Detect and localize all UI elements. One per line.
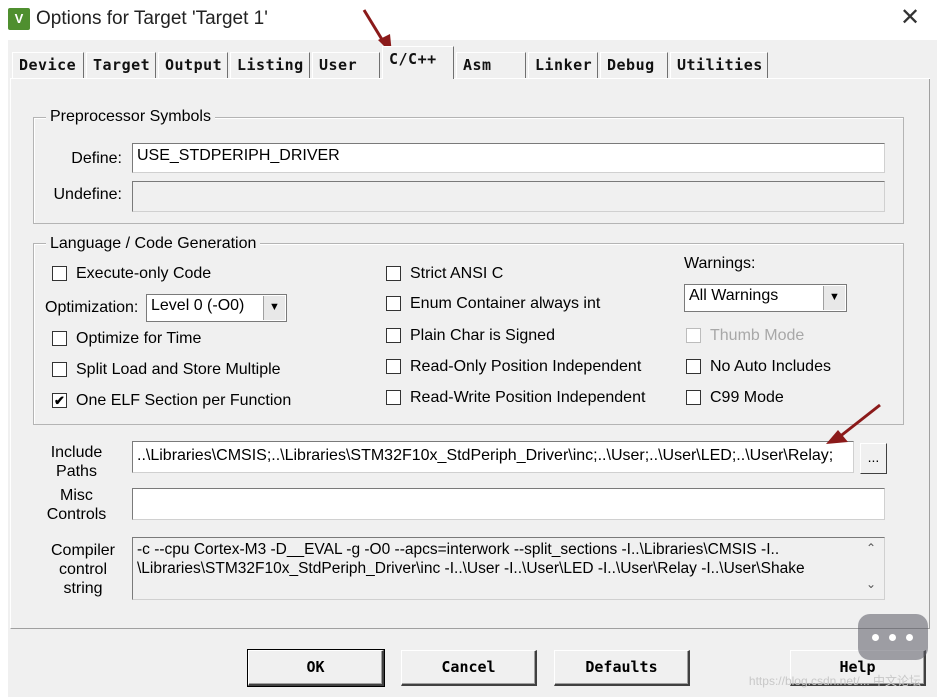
misc-controls-label-line1: Misc bbox=[60, 487, 93, 504]
chevron-down-icon[interactable]: ▼ bbox=[823, 286, 845, 310]
optimization-select[interactable]: Level 0 (-O0) ▼ bbox=[146, 294, 287, 322]
ro-position-label: Read-Only Position Independent bbox=[410, 358, 642, 375]
strict-ansi-label: Strict ANSI C bbox=[410, 265, 504, 282]
misc-controls-label-line2: Controls bbox=[46, 506, 107, 523]
compiler-string-line2: \Libraries\STM32F10x_StdPeriph_Driver\in… bbox=[137, 560, 805, 577]
define-input[interactable]: USE_STDPERIPH_DRIVER bbox=[132, 143, 885, 173]
scroll-up-icon[interactable]: ⌃ bbox=[860, 541, 882, 555]
chat-bubble-icon bbox=[858, 614, 928, 660]
optimization-value: Level 0 (-O0) bbox=[151, 297, 245, 314]
tab-listing[interactable]: Listing bbox=[230, 52, 310, 78]
warnings-select[interactable]: All Warnings ▼ bbox=[684, 284, 847, 312]
optimize-time-checkbox[interactable] bbox=[52, 331, 67, 346]
plain-char-label: Plain Char is Signed bbox=[410, 327, 555, 344]
rw-position-checkbox[interactable] bbox=[386, 390, 401, 405]
compiler-string-label-line1: Compiler bbox=[50, 542, 115, 559]
checkmark-icon: ✔ bbox=[54, 393, 65, 408]
strict-ansi-checkbox[interactable] bbox=[386, 266, 401, 281]
watermark-text: https://blog.csdn.net/... 中文论坛 bbox=[748, 674, 921, 688]
one-elf-checkbox[interactable]: ✔ bbox=[52, 393, 67, 408]
c99-mode-checkbox[interactable] bbox=[686, 390, 701, 405]
preprocessor-legend: Preprocessor Symbols bbox=[46, 108, 215, 126]
cancel-button[interactable]: Cancel bbox=[401, 650, 537, 686]
tab-utilities[interactable]: Utilities bbox=[670, 52, 768, 78]
include-paths-label-line1: Include bbox=[50, 444, 103, 461]
c99-mode-label: C99 Mode bbox=[710, 389, 784, 406]
plain-char-checkbox[interactable] bbox=[386, 328, 401, 343]
compiler-string-label-line3: string bbox=[63, 580, 103, 597]
scroll-down-icon[interactable]: ⌄ bbox=[860, 577, 882, 591]
include-paths-input[interactable]: ..\Libraries\CMSIS;..\Libraries\STM32F10… bbox=[132, 441, 854, 473]
undefine-label: Undefine: bbox=[53, 186, 123, 203]
window-title: Options for Target 'Target 1' bbox=[36, 8, 268, 29]
enum-container-checkbox[interactable] bbox=[386, 296, 401, 311]
compiler-string-label-line2: control bbox=[58, 561, 108, 578]
defaults-button[interactable]: Defaults bbox=[554, 650, 690, 686]
tab-target[interactable]: Target bbox=[86, 52, 156, 78]
chevron-down-icon[interactable]: ▼ bbox=[263, 296, 285, 320]
close-icon[interactable]: ✕ bbox=[897, 6, 923, 32]
include-paths-label-line2: Paths bbox=[56, 463, 97, 480]
thumb-mode-checkbox bbox=[686, 328, 701, 343]
ok-button[interactable]: OK bbox=[247, 649, 385, 687]
tab-c-cpp[interactable]: C/C++ bbox=[382, 46, 454, 79]
tab-output[interactable]: Output bbox=[158, 52, 228, 78]
misc-controls-label: Misc Controls bbox=[40, 486, 113, 524]
title-bar: V Options for Target 'Target 1' ✕ bbox=[0, 0, 937, 40]
undefine-input[interactable] bbox=[132, 181, 885, 212]
annotation-arrow-include bbox=[826, 403, 881, 444]
keil-app-icon: V bbox=[8, 8, 30, 30]
misc-controls-input[interactable] bbox=[132, 488, 885, 520]
tab-asm[interactable]: Asm bbox=[456, 52, 526, 78]
include-paths-label: Include Paths bbox=[40, 443, 113, 481]
thumb-mode-label: Thumb Mode bbox=[710, 327, 805, 344]
tab-debug[interactable]: Debug bbox=[600, 52, 668, 78]
execute-only-checkbox[interactable] bbox=[52, 266, 67, 281]
warnings-label: Warnings: bbox=[684, 255, 756, 272]
no-auto-includes-label: No Auto Includes bbox=[710, 358, 831, 375]
no-auto-includes-checkbox[interactable] bbox=[686, 359, 701, 374]
enum-container-label: Enum Container always int bbox=[410, 295, 601, 312]
warnings-value: All Warnings bbox=[689, 287, 779, 304]
language-legend: Language / Code Generation bbox=[46, 235, 261, 253]
tab-device[interactable]: Device bbox=[12, 52, 84, 78]
compiler-string-textarea[interactable]: -c --cpu Cortex-M3 -D__EVAL -g -O0 --apc… bbox=[132, 537, 885, 600]
execute-only-label: Execute-only Code bbox=[76, 265, 212, 282]
split-load-label: Split Load and Store Multiple bbox=[76, 361, 281, 378]
rw-position-label: Read-Write Position Independent bbox=[410, 389, 646, 406]
one-elf-label: One ELF Section per Function bbox=[76, 392, 292, 409]
optimize-time-label: Optimize for Time bbox=[76, 330, 202, 347]
tab-linker[interactable]: Linker bbox=[528, 52, 598, 78]
compiler-string-line1: -c --cpu Cortex-M3 -D__EVAL -g -O0 --apc… bbox=[137, 541, 780, 558]
define-label: Define: bbox=[71, 150, 122, 167]
compiler-string-label: Compiler control string bbox=[40, 541, 126, 598]
optimization-label: Optimization: bbox=[45, 299, 139, 316]
browse-include-paths-button[interactable]: ... bbox=[860, 443, 887, 474]
ro-position-checkbox[interactable] bbox=[386, 359, 401, 374]
split-load-checkbox[interactable] bbox=[52, 362, 67, 377]
